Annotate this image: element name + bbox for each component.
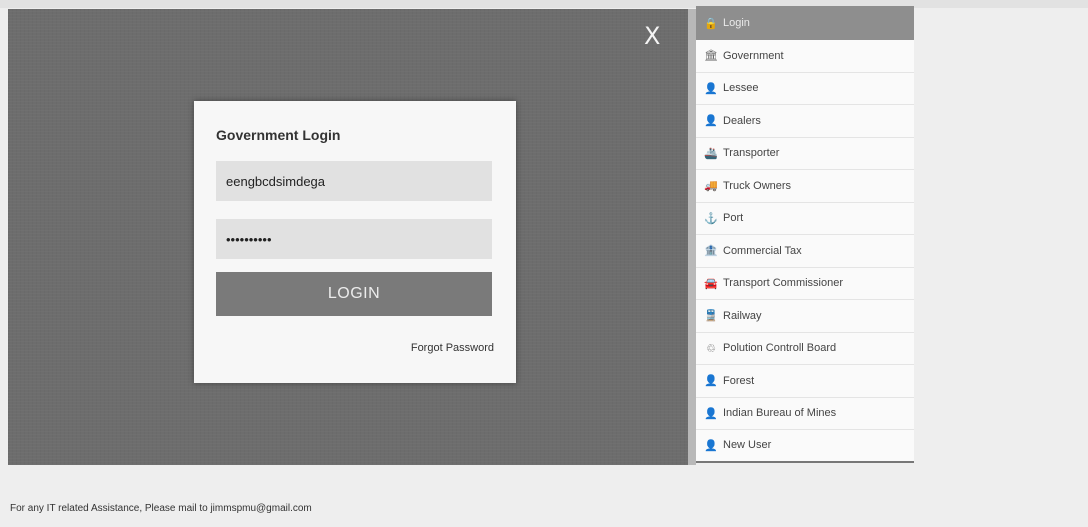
login-button[interactable]: LOGIN <box>216 272 492 316</box>
sidebar-item-label: Forest <box>723 374 755 387</box>
lock-icon: 🔒 <box>704 17 718 30</box>
sidebar-item-indian-bureau-of-mines[interactable]: 👤 Indian Bureau of Mines <box>696 397 914 430</box>
user-icon: 👤 <box>704 115 718 128</box>
user-icon: 👤 <box>704 439 718 452</box>
sidebar-item-label: Railway <box>723 309 762 322</box>
sidebar-item-port[interactable]: ⚓ Port <box>696 202 914 235</box>
sidebar-edge <box>688 9 696 465</box>
user-icon: 👤 <box>704 82 718 95</box>
sidebar-item-label: Indian Bureau of Mines <box>723 407 837 420</box>
leaf-icon: ♲ <box>706 342 716 355</box>
sidebar-item-login[interactable]: 🔒 Login <box>696 6 914 40</box>
sidebar-item-transporter[interactable]: 🚢 Transporter <box>696 137 914 170</box>
sidebar-item-label: Lessee <box>723 82 759 95</box>
sidebar-item-government[interactable]: 🏛 Government <box>696 40 914 73</box>
sidebar-item-label: Dealers <box>723 114 761 127</box>
close-icon[interactable]: X <box>644 21 660 51</box>
building-icon: 🏛 <box>704 50 718 63</box>
login-modal: Government Login LOGIN Forgot Password <box>194 101 516 383</box>
sidebar-item-label: New User <box>723 439 772 452</box>
car-icon: 🚘 <box>704 277 718 290</box>
sidebar: 🔒 Login 🏛 Government 👤 Lessee 👤 Dealers … <box>696 6 914 463</box>
sidebar-item-lessee[interactable]: 👤 Lessee <box>696 72 914 105</box>
sidebar-item-pollution-control-board[interactable]: ♲ Polution Controll Board <box>696 332 914 365</box>
sidebar-item-label: Transport Commissioner <box>723 277 844 290</box>
sidebar-item-transport-commissioner[interactable]: 🚘 Transport Commissioner <box>696 267 914 300</box>
user-icon: 👤 <box>704 375 718 388</box>
anchor-icon: ⚓ <box>704 212 718 225</box>
sidebar-item-label: Login <box>723 17 750 29</box>
user-icon: 👤 <box>704 407 718 420</box>
sidebar-item-new-user[interactable]: 👤 New User <box>696 430 914 463</box>
top-strip <box>0 0 1088 8</box>
sidebar-item-commercial-tax[interactable]: 🏦 Commercial Tax <box>696 235 914 268</box>
truck-icon: 🚚 <box>704 180 718 193</box>
footer-support-text: For any IT related Assistance, Please ma… <box>10 503 312 514</box>
forgot-password-link[interactable]: Forgot Password <box>411 342 494 354</box>
ship-icon: 🚢 <box>704 147 718 160</box>
username-input[interactable] <box>216 161 492 201</box>
sidebar-item-label: Commercial Tax <box>723 244 802 257</box>
bank-icon: 🏦 <box>704 245 718 258</box>
sidebar-item-dealers[interactable]: 👤 Dealers <box>696 105 914 138</box>
sidebar-item-truck-owners[interactable]: 🚚 Truck Owners <box>696 170 914 203</box>
password-input[interactable] <box>216 219 492 259</box>
sidebar-item-railway[interactable]: 🚆 Railway <box>696 300 914 333</box>
sidebar-item-label: Government <box>723 49 784 62</box>
sidebar-item-forest[interactable]: 👤 Forest <box>696 365 914 398</box>
train-icon: 🚆 <box>704 310 718 323</box>
modal-title: Government Login <box>216 127 341 143</box>
sidebar-item-label: Transporter <box>723 147 780 160</box>
sidebar-item-label: Port <box>723 212 744 225</box>
sidebar-item-label: Truck Owners <box>723 179 792 192</box>
modal-backdrop: X Government Login LOGIN Forgot Password <box>8 9 688 465</box>
sidebar-item-label: Polution Controll Board <box>723 342 837 355</box>
